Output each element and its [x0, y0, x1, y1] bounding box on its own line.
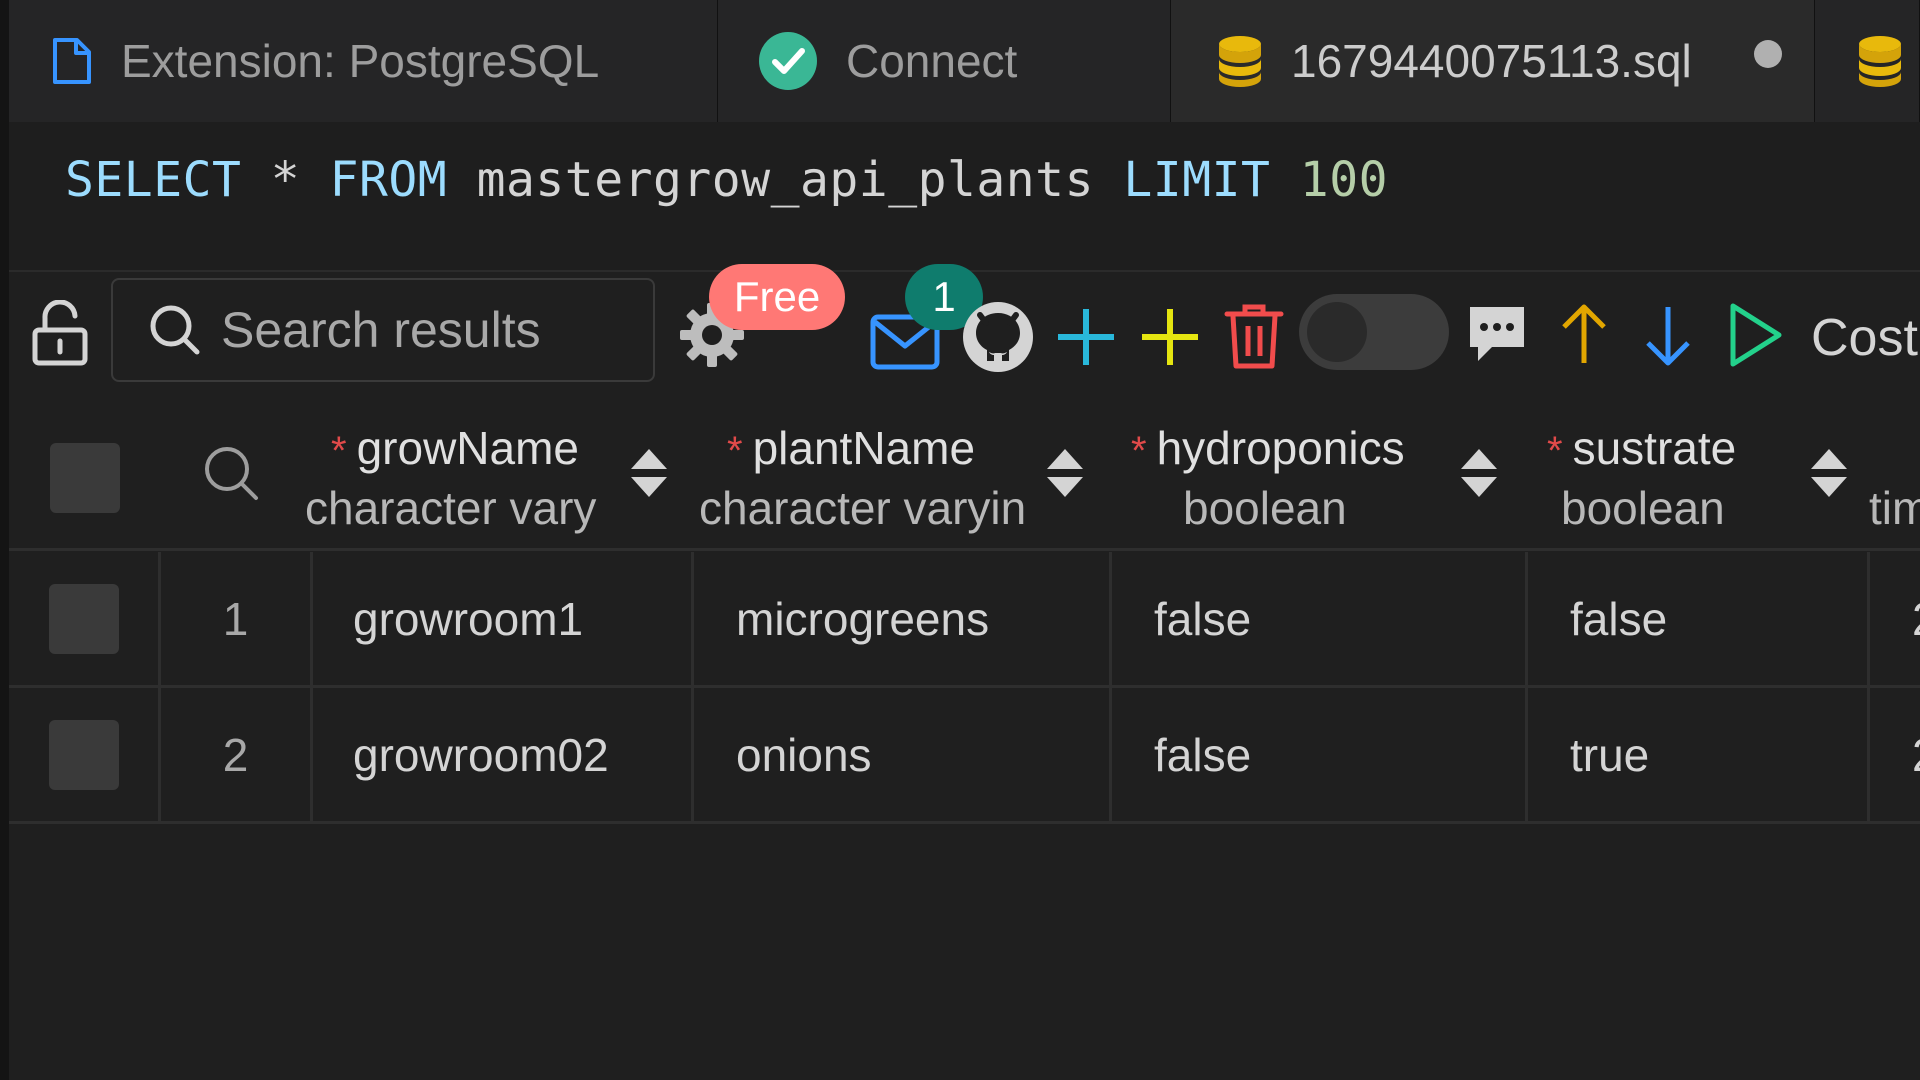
sort-icon[interactable]	[629, 445, 669, 501]
row-checkbox-cell	[9, 688, 161, 821]
delete-trash-icon[interactable]	[1221, 300, 1287, 372]
sql-limit-value: 100	[1299, 152, 1388, 208]
row-checkbox[interactable]	[48, 583, 119, 654]
column-type: boolean	[1183, 482, 1347, 534]
add-row-icon[interactable]	[1055, 306, 1117, 368]
run-play-icon[interactable]	[1725, 300, 1787, 370]
tab-bar: Extension: PostgreSQL Connect 1679440075…	[9, 0, 1920, 122]
cell-hydroponics[interactable]: false	[1112, 552, 1528, 685]
arrow-up-icon[interactable]	[1557, 300, 1611, 368]
row-number: 2	[161, 688, 313, 821]
tab-label: 1679440075113.sql	[1291, 35, 1692, 87]
tab-next-database[interactable]	[1815, 0, 1920, 122]
tab-label: Extension: PostgreSQL	[121, 35, 600, 87]
sql-keyword-limit: LIMIT	[1123, 152, 1271, 208]
unlock-icon[interactable]	[29, 298, 91, 368]
search-icon	[149, 304, 201, 356]
search-input[interactable]	[219, 300, 643, 360]
column-type: boolean	[1561, 482, 1725, 534]
sql-keyword-from: FROM	[329, 152, 448, 208]
table-row[interactable]: 2 growroom02 onions false true 2	[9, 688, 1920, 824]
row-checkbox-cell	[9, 552, 161, 685]
sort-icon[interactable]	[1459, 445, 1499, 501]
cell-partial[interactable]: 2	[1870, 552, 1920, 685]
cell-partial[interactable]: 2	[1870, 688, 1920, 821]
toggle-switch[interactable]	[1299, 294, 1449, 370]
column-type: character vary	[305, 482, 597, 534]
column-title: * sustrate	[1547, 422, 1737, 474]
sort-icon[interactable]	[1045, 445, 1085, 501]
cell-sustrate[interactable]: false	[1528, 552, 1870, 685]
tab-sql-file[interactable]: 1679440075113.sql	[1171, 0, 1815, 122]
cell-sustrate[interactable]: true	[1528, 688, 1870, 821]
unsaved-dot-icon[interactable]	[1754, 40, 1782, 68]
comment-icon[interactable]	[1465, 302, 1529, 366]
column-title: * plantName	[727, 422, 976, 474]
column-type: character varyin	[699, 482, 1027, 534]
github-icon[interactable]	[959, 298, 1037, 376]
sql-query-line[interactable]: SELECT * FROM mastergrow_api_plants LIMI…	[65, 152, 1388, 208]
row-number: 1	[161, 552, 313, 685]
column-search-icon[interactable]	[201, 443, 261, 503]
column-header-growname[interactable]: * growName character vary	[305, 405, 693, 548]
arrow-down-icon[interactable]	[1641, 302, 1695, 370]
result-toolbar: Free 1	[9, 264, 1920, 400]
cell-growname[interactable]: growroom1	[313, 552, 694, 685]
column-title: * growName	[331, 422, 579, 474]
app-window: Extension: PostgreSQL Connect 1679440075…	[0, 0, 1920, 1080]
column-type: tim	[1869, 482, 1920, 534]
column-header-hydroponics[interactable]: * hydroponics boolean	[1121, 405, 1535, 548]
search-results-box[interactable]	[111, 278, 655, 382]
tab-extension-postgresql[interactable]: Extension: PostgreSQL	[9, 0, 718, 122]
row-checkbox[interactable]	[48, 719, 119, 790]
cost-label: Cost	[1811, 309, 1918, 367]
sql-star: *	[270, 152, 301, 208]
table-row[interactable]: 1 growroom1 microgreens false false 2	[9, 552, 1920, 688]
select-all-checkbox[interactable]	[50, 443, 120, 513]
grid-header-row: * growName character vary * plantName char…	[9, 405, 1920, 551]
cell-plantname[interactable]: microgreens	[694, 552, 1112, 685]
sql-keyword-select: SELECT	[65, 152, 242, 208]
cell-hydroponics[interactable]: false	[1112, 688, 1528, 821]
left-edge	[0, 0, 9, 1080]
sql-table-name: mastergrow_api_plants	[476, 152, 1094, 208]
file-icon	[51, 37, 93, 85]
database-icon	[1857, 35, 1903, 87]
column-header-sustrate[interactable]: * sustrate boolean	[1547, 405, 1891, 548]
add-column-icon[interactable]	[1139, 306, 1201, 368]
column-title: * hydroponics	[1131, 422, 1405, 474]
column-header-partial[interactable]: tim	[1865, 405, 1920, 548]
sort-icon[interactable]	[1809, 445, 1849, 501]
tab-connect[interactable]: Connect	[718, 0, 1171, 122]
cell-plantname[interactable]: onions	[694, 688, 1112, 821]
sql-editor[interactable]: SELECT * FROM mastergrow_api_plants LIMI…	[9, 122, 1920, 272]
column-header-plantname[interactable]: * plantName character varyin	[695, 405, 1109, 548]
toggle-knob	[1307, 302, 1367, 362]
database-icon	[1217, 35, 1263, 87]
tab-label: Connect	[846, 35, 1018, 87]
free-badge[interactable]: Free	[709, 264, 845, 330]
cell-growname[interactable]: growroom02	[313, 688, 694, 821]
check-circle-icon	[758, 31, 818, 91]
